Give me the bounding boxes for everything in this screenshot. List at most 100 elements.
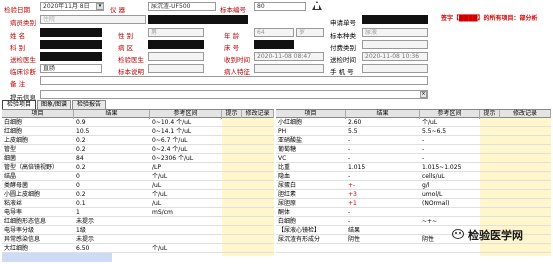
right-cell-result[interactable]: 结果 <box>346 226 420 235</box>
left-cell-result[interactable]: 0 <box>74 181 150 190</box>
tab-images[interactable]: 图象/图谱 <box>37 100 71 109</box>
left-cell-history[interactable] <box>242 244 274 253</box>
right-table-row[interactable]: VC - - <box>276 154 551 163</box>
left-cell-ref[interactable]: /uL <box>150 199 222 208</box>
left-table-row[interactable]: 类酵母菌 0/uL <box>2 181 274 190</box>
date-dropdown-icon[interactable]: ▾ <box>96 3 104 10</box>
left-cell-item[interactable]: 红细胞形态信息 <box>2 217 74 226</box>
left-cell-ref[interactable]: /uL <box>150 181 222 190</box>
phone-field[interactable] <box>362 64 428 73</box>
left-cell-result[interactable]: 0.2 <box>74 136 150 145</box>
right-cell-hint[interactable] <box>480 190 500 199</box>
hint-field[interactable] <box>40 90 428 99</box>
left-table-row[interactable]: 粘液丝 0.1/uL <box>2 199 274 208</box>
left-table-row[interactable]: 电导率分级 1级 <box>2 226 274 235</box>
left-cell-item[interactable]: 红细胞 <box>2 127 74 136</box>
right-table-row[interactable]: 尿蛋白 +- g/l <box>276 181 551 190</box>
right-cell-result[interactable]: - <box>346 172 420 181</box>
left-cell-result[interactable]: 84 <box>74 154 150 163</box>
left-cell-hint[interactable] <box>222 244 242 253</box>
specimen-desc-field[interactable] <box>148 64 204 73</box>
left-cell-history[interactable] <box>242 217 274 226</box>
right-cell-ref[interactable]: 5.5~6.5 <box>420 127 480 136</box>
right-cell-history[interactable] <box>500 190 551 199</box>
right-cell-result[interactable]: 2.60 <box>346 118 420 127</box>
right-cell-history[interactable] <box>500 118 551 127</box>
right-cell-history[interactable] <box>500 136 551 145</box>
left-cell-history[interactable] <box>242 172 274 181</box>
left-cell-item[interactable]: 管型（高倍镜视野） <box>2 163 74 172</box>
right-cell-item[interactable]: VC <box>276 154 346 163</box>
right-cell-item[interactable]: 尿蛋白 <box>276 181 346 190</box>
left-cell-ref[interactable] <box>150 235 222 244</box>
right-cell-result[interactable]: - <box>346 208 420 217</box>
left-cell-hint[interactable] <box>222 154 242 163</box>
left-cell-hint[interactable] <box>222 118 242 127</box>
left-cell-hint[interactable] <box>222 190 242 199</box>
right-cell-ref[interactable]: - <box>420 154 480 163</box>
right-cell-ref[interactable]: (NOrmal) <box>420 199 480 208</box>
right-cell-ref[interactable]: ~+~ <box>420 217 480 226</box>
left-cell-item[interactable]: 细菌 <box>2 154 74 163</box>
right-cell-result[interactable]: - <box>346 154 420 163</box>
right-cell-hint[interactable] <box>480 217 500 226</box>
send-time-field[interactable]: 2020-11-08 10:36 <box>362 52 428 61</box>
right-table-row[interactable]: 酮体 - <box>276 208 551 217</box>
right-cell-result[interactable]: +1 <box>346 199 420 208</box>
right-table-row[interactable]: 葡萄糖 - - <box>276 145 551 154</box>
right-cell-hint[interactable] <box>480 127 500 136</box>
left-cell-result[interactable]: 10.5 <box>74 127 150 136</box>
remark-field[interactable] <box>40 76 428 85</box>
left-cell-history[interactable] <box>242 127 274 136</box>
left-cell-hint[interactable] <box>222 181 242 190</box>
right-cell-item[interactable]: 【尿液心镜检】 <box>276 226 346 235</box>
right-cell-hint[interactable] <box>480 244 500 253</box>
left-cell-ref[interactable] <box>150 217 222 226</box>
right-cell-item[interactable]: 白细胞 <box>276 217 346 226</box>
age-unit[interactable]: 岁 <box>296 28 324 37</box>
left-cell-result[interactable]: 0.9 <box>74 118 150 127</box>
right-cell-history[interactable] <box>500 145 551 154</box>
right-cell-ref[interactable] <box>420 244 480 253</box>
left-cell-hint[interactable] <box>222 145 242 154</box>
right-table-row[interactable]: 尿胆原 +1 (NOrmal) <box>276 199 551 208</box>
left-cell-result[interactable]: 1 <box>74 208 150 217</box>
left-cell-ref[interactable]: 0~2.4 个/uL <box>150 145 222 154</box>
left-cell-hint[interactable] <box>222 217 242 226</box>
right-cell-hint[interactable] <box>480 136 500 145</box>
right-table-row[interactable]: PH 5.5 5.5~6.5 <box>276 127 551 136</box>
right-cell-item[interactable]: 尿胆原 <box>276 199 346 208</box>
right-table-row[interactable]: 小红细胞 2.60 个/uL <box>276 118 551 127</box>
right-table-row[interactable]: 白细胞 - ~+~ <box>276 217 551 226</box>
left-table-row[interactable]: 上皮细胞 0.2 0~6.7 个/uL <box>2 136 274 145</box>
right-cell-item[interactable]: 比重 <box>276 163 346 172</box>
dept-field[interactable] <box>40 40 102 49</box>
ward-field[interactable] <box>148 40 204 49</box>
left-cell-ref[interactable]: /LP <box>150 163 222 172</box>
right-cell-ref[interactable]: 1.015~1.025 <box>420 163 480 172</box>
left-table-row[interactable]: 细菌 84 0~2306 个/uL <box>2 154 274 163</box>
left-cell-hint[interactable] <box>222 226 242 235</box>
right-cell-hint[interactable] <box>480 118 500 127</box>
left-cell-ref[interactable]: 0~2306 个/uL <box>150 154 222 163</box>
bed-field[interactable] <box>254 40 294 49</box>
right-cell-history[interactable] <box>500 172 551 181</box>
right-cell-result[interactable]: 阴性 <box>346 235 420 244</box>
right-cell-ref[interactable]: - <box>420 136 480 145</box>
left-cell-ref[interactable]: 个/uL <box>150 190 222 199</box>
right-cell-hint[interactable] <box>480 154 500 163</box>
right-cell-item[interactable]: 隐血 <box>276 172 346 181</box>
right-cell-history[interactable] <box>500 199 551 208</box>
inspector-field[interactable] <box>148 52 204 61</box>
left-cell-result[interactable]: 未提示 <box>74 217 150 226</box>
right-table-row[interactable]: 亚硝酸盐 - - <box>276 136 551 145</box>
left-cell-hint[interactable] <box>222 172 242 181</box>
left-table-row[interactable]: 异常感染信息 未提示 <box>2 235 274 244</box>
apply-no-field[interactable] <box>362 15 428 24</box>
right-cell-ref[interactable]: umol/L <box>420 190 480 199</box>
left-cell-history[interactable] <box>242 208 274 217</box>
specimen-no-field[interactable]: 80 <box>254 2 306 11</box>
right-table-row[interactable]: 比重 1.015 1.015~1.025 <box>276 163 551 172</box>
left-cell-result[interactable]: 未提示 <box>74 235 150 244</box>
right-cell-hint[interactable] <box>480 172 500 181</box>
